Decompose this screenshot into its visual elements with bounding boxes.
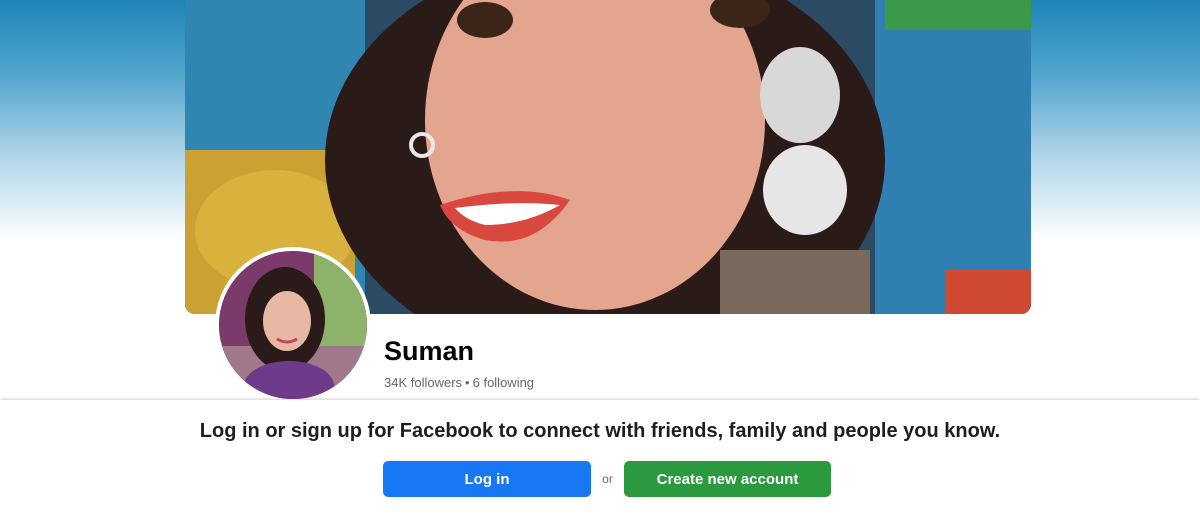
login-banner: Log in or sign up for Facebook to connec… [0, 400, 1200, 519]
or-separator: or [602, 472, 613, 486]
login-button[interactable]: Log in [383, 461, 591, 497]
profile-picture[interactable] [219, 251, 367, 399]
profile-stats: 34K followers • 6 following [384, 375, 534, 390]
create-account-button[interactable]: Create new account [624, 461, 831, 497]
login-prompt: Log in or sign up for Facebook to connec… [199, 420, 1001, 442]
profile-name: Suman [384, 336, 475, 366]
profile-picture-image [219, 251, 367, 399]
followers-count[interactable]: 34K followers [384, 375, 462, 390]
stats-separator: • [465, 375, 470, 390]
following-count[interactable]: 6 following [473, 375, 534, 390]
